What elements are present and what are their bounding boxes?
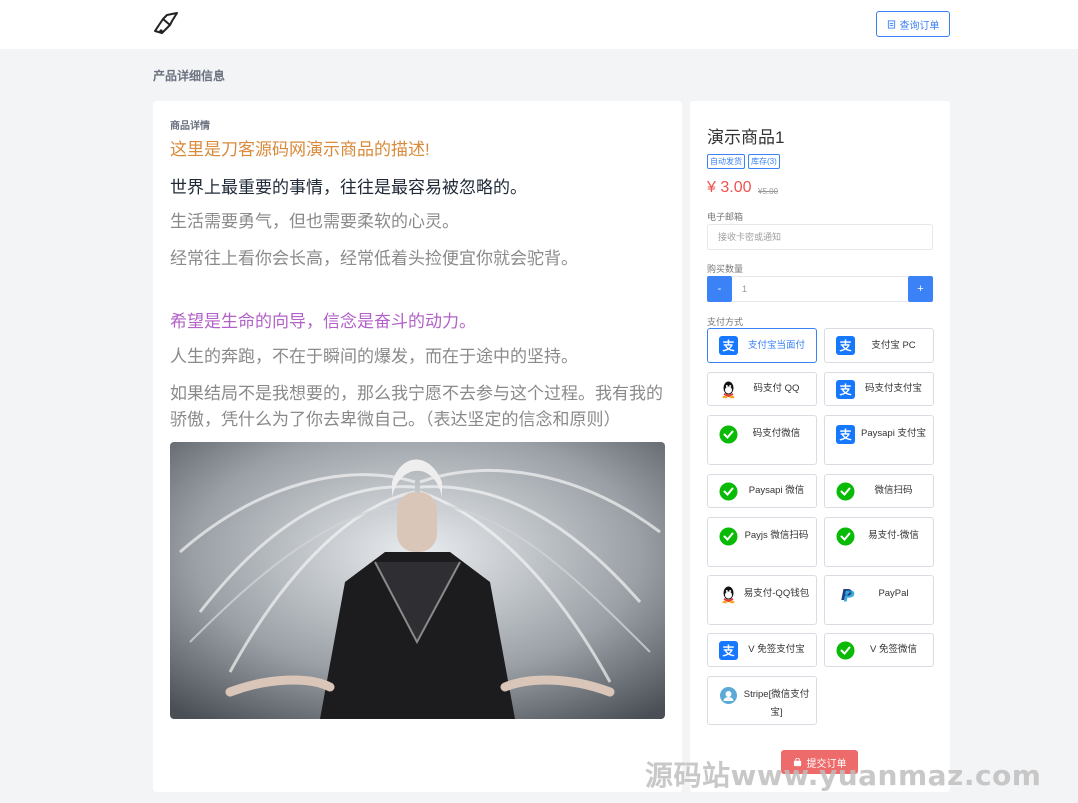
payment-option[interactable]: 易支付-QQ钱包 [707, 575, 817, 625]
quantity-label: 购买数量 [707, 264, 744, 274]
description-line: 这里是刀客源码网演示商品的描述! [170, 140, 430, 159]
qq-icon [719, 380, 738, 399]
description-line: 希望是生命的向导，信念是奋斗的动力。 [170, 312, 476, 331]
query-order-label: 查询订单 [899, 20, 940, 32]
email-field[interactable] [707, 224, 933, 250]
payment-label-text: 码支付支付宝 [864, 383, 922, 394]
description-line: 人生的奔跑，不在于瞬间的爆发，而在于途中的坚持。 [170, 347, 578, 366]
payment-option[interactable]: Paysapi 微信 [707, 474, 817, 508]
description-line: 世界上最重要的事情，往往是最容易被忽略的。 [170, 178, 527, 197]
quantity-input[interactable] [732, 276, 908, 302]
payment-option[interactable]: 支 V 免签支付宝 [707, 633, 817, 667]
payment-option[interactable]: Stripe[微信支付宝] [707, 676, 817, 725]
alipay-icon: 支 [836, 425, 855, 444]
payment-option[interactable]: 支 支付宝 PC [824, 328, 934, 363]
wechat-icon [836, 482, 855, 501]
payment-option[interactable]: V 免签微信 [824, 633, 934, 667]
svg-text:P: P [844, 588, 855, 605]
payment-option[interactable]: Payjs 微信扫码 [707, 517, 817, 567]
quantity-stepper: - + [707, 276, 933, 302]
stock-badge: 库存(3) [748, 154, 780, 169]
detail-label: 商品详情 [170, 121, 210, 132]
payment-label-text: Paysapi 微信 [748, 485, 805, 496]
alipay-icon: 支 [719, 640, 738, 660]
page-title: 产品详细信息 [153, 69, 226, 83]
payment-option[interactable]: 易支付-微信 [824, 517, 934, 567]
svg-text:支: 支 [838, 427, 852, 442]
alipay-icon: 支 [836, 336, 855, 355]
payment-label-text: 码支付 QQ [753, 383, 800, 394]
payment-label-text: V 免签微信 [870, 644, 917, 655]
payment-label-text: 码支付微信 [752, 428, 801, 439]
svg-text:支: 支 [721, 338, 735, 353]
wechat-icon [719, 482, 738, 501]
price: ¥ 3.00 [707, 179, 752, 196]
product-name: 演示商品1 [707, 128, 785, 147]
top-bar: 查询订单 [0, 0, 1078, 49]
paypal-icon: PP [836, 585, 855, 604]
wechat-icon [719, 425, 738, 444]
query-order-button[interactable]: 查询订单 [876, 11, 950, 37]
description-line: 经常往上看你会长高，经常低着头捡便宜你就会驼背。 [170, 249, 578, 268]
payment-label-text: Payjs 微信扫码 [744, 530, 809, 541]
payment-label-text: V 免签支付宝 [748, 644, 805, 655]
document-icon [887, 19, 895, 29]
description-line: 如果结局不是我想要的，那么我宁愿不去参与这个过程。我有我的骄傲，凭什么为了你去卑… [170, 384, 663, 429]
payment-label-text: Stripe[微信支付宝] [743, 689, 810, 718]
payment-label-text: Paysapi 支付宝 [861, 428, 926, 439]
alipay-icon: 支 [836, 379, 855, 399]
payment-label-text: 易支付-QQ钱包 [743, 588, 810, 599]
payment-label-text: 支付宝 PC [871, 339, 916, 351]
auto-delivery-badge: 自动发货 [707, 154, 745, 169]
payment-label-text: 易支付-微信 [868, 530, 919, 541]
wechat-icon [836, 641, 855, 660]
logo-icon[interactable] [152, 11, 180, 37]
wechat-icon [719, 527, 738, 546]
payment-option[interactable]: 支 码支付支付宝 [824, 372, 934, 406]
product-tags: 自动发货 库存(3) [707, 154, 780, 169]
wechat-icon [836, 527, 855, 546]
increase-button[interactable]: + [908, 276, 933, 302]
payment-option[interactable]: 微信扫码 [824, 474, 934, 508]
svg-text:支: 支 [838, 382, 852, 397]
email-label: 电子邮箱 [707, 212, 744, 222]
payment-option[interactable]: 支 Paysapi 支付宝 [824, 415, 934, 465]
payment-option[interactable]: 码支付 QQ [707, 372, 817, 406]
alipay-icon: 支 [719, 336, 738, 355]
svg-text:支: 支 [721, 643, 735, 658]
stripe-icon [719, 686, 738, 705]
svg-text:支: 支 [838, 338, 852, 353]
qq-icon [719, 585, 738, 604]
payment-option[interactable]: 码支付微信 [707, 415, 817, 465]
original-price: ¥5.00 [758, 187, 779, 196]
payment-label-text: PayPal [878, 588, 909, 599]
watermark: 源码站www.yuanmaz.com [645, 759, 1042, 792]
payment-label-text: 微信扫码 [874, 485, 913, 496]
payment-label: 支付方式 [707, 317, 744, 327]
payment-option[interactable]: 支 支付宝当面付 [707, 328, 817, 363]
description-line: 生活需要勇气，但也需要柔软的心灵。 [170, 212, 459, 231]
payment-label-text: 支付宝当面付 [747, 339, 805, 351]
payment-option[interactable]: PP PayPal [824, 575, 934, 625]
product-image [170, 442, 665, 719]
decrease-button[interactable]: - [707, 276, 732, 302]
product-detail-card: 商品详情 这里是刀客源码网演示商品的描述! 世界上最重要的事情，往往是最容易被忽… [153, 101, 682, 792]
order-card: 演示商品1 自动发货 库存(3) ¥ 3.00 ¥5.00 电子邮箱 购买数量 … [690, 101, 950, 792]
